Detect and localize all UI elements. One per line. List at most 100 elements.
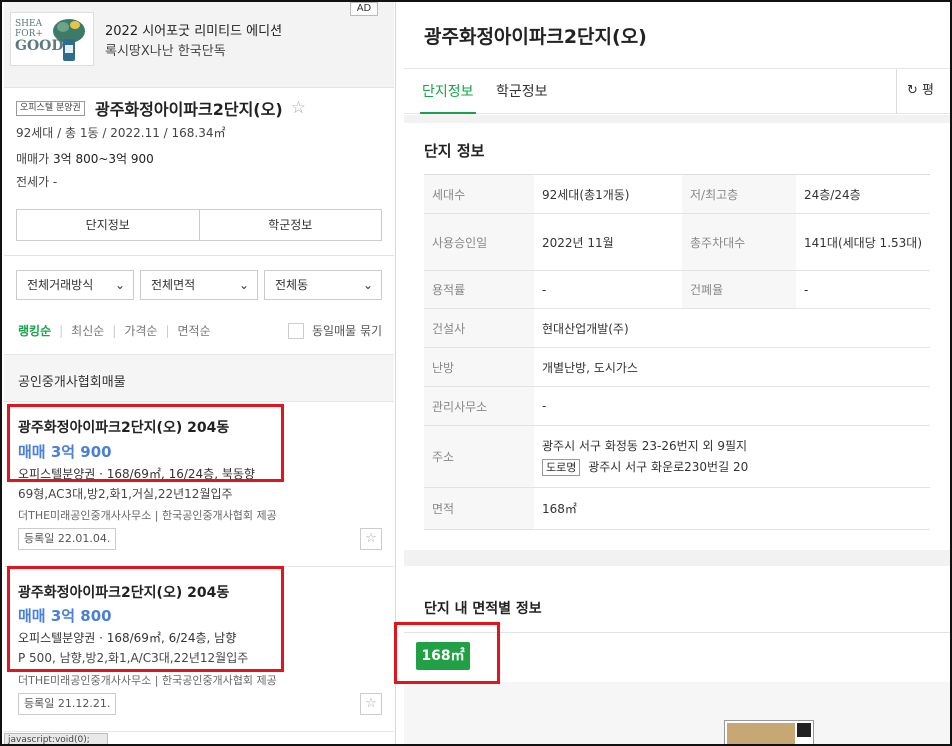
dong-dropdown[interactable]: 전체동 ⌄ [264, 270, 382, 300]
highlight-box [7, 404, 284, 482]
complex-info-button[interactable]: 단지정보 [17, 210, 200, 240]
trade-type-label: 전체거래방식 [27, 278, 94, 292]
table-row: 난방 개별난방, 도시가스 [424, 347, 930, 387]
type-tag: 오피스텔 분양권 [16, 100, 85, 116]
listing-reg-date: 등록일 22.01.04. [18, 528, 117, 550]
complex-meta: 92세대 / 총 1동 / 2022.11 / 168.34㎡ [16, 126, 226, 140]
section-band: 공인중개사협회매물 [4, 354, 394, 402]
listing-panel: AD SHEA FOR+ GOOD 2022 시어포굿 리미티드 에디션 록시땅… [4, 2, 396, 744]
listing-desc: 69형,AC3대,방2,화1,거실,22년12월입주 [18, 487, 233, 501]
jeonse-price: 전세가 - [16, 175, 58, 189]
sort-area[interactable]: 면적순 [178, 322, 211, 339]
floorplan-image[interactable] [724, 720, 814, 744]
row-key: 주소 [424, 425, 534, 488]
divider [4, 255, 394, 256]
unit-toggle-label: 평 [922, 83, 935, 98]
row-value: 개별난방, 도시가스 [534, 347, 930, 387]
detail-tabs: 단지정보 학군정보 ↻ 평 [404, 68, 950, 114]
tab-school-info[interactable]: 학군정보 [496, 81, 548, 101]
row-key: 건설사 [424, 308, 534, 348]
sale-value: 3억 800~3억 900 [52, 152, 154, 166]
table-row: 관리사무소 - [424, 386, 930, 426]
tab-complex-info[interactable]: 단지정보 [422, 81, 474, 101]
row-key: 총주차대수 [682, 213, 796, 271]
sort-latest[interactable]: 최신순 [71, 322, 104, 339]
complex-info-heading: 단지 정보 [424, 142, 485, 160]
trade-type-dropdown[interactable]: 전체거래방식 ⌄ [16, 270, 134, 300]
sale-label: 매매가 [16, 152, 50, 166]
row-key: 사용승인일 [424, 213, 534, 271]
row-value: 2022년 11월 [534, 213, 682, 271]
highlight-box [7, 566, 284, 672]
row-key: 용적률 [424, 270, 534, 309]
listing-agent: 더THE미래공인중개사사무소 | 한국공인중개사협회 제공 [18, 674, 277, 687]
chevron-down-icon: ⌄ [362, 278, 373, 292]
listing-favorite-star-icon[interactable]: ☆ [360, 693, 382, 715]
group-label: 동일매물 묶기 [312, 324, 383, 338]
logo-line-1: SHEA [15, 19, 43, 29]
row-value: 141대(세대당 1.53대) [796, 213, 930, 271]
sort-ranking[interactable]: 랭킹순 [18, 322, 51, 339]
row-value: 현대산업개발(주) [534, 308, 930, 348]
table-row: 용적률 - 건폐율 - [424, 270, 930, 309]
dong-label: 전체동 [275, 278, 309, 292]
table-row: 주소 광주시 서구 화정동 23-26번지 외 9필지 도로명 광주시 서구 화… [424, 425, 930, 488]
listing-reg-date: 등록일 21.12.21. [18, 693, 117, 715]
ad-banner[interactable]: AD SHEA FOR+ GOOD 2022 시어포굿 리미티드 에디션 록시땅… [4, 2, 394, 88]
area-info-heading: 단지 내 면적별 정보 [424, 601, 542, 617]
road-name-tag: 도로명 [542, 459, 581, 476]
sale-price-range: 매매가 3억 800~3억 900 [16, 150, 154, 167]
area-dropdown[interactable]: 전체면적 ⌄ [140, 270, 258, 300]
row-value: - [796, 270, 930, 309]
product-plant-icon [53, 19, 85, 61]
row-key: 세대수 [424, 174, 534, 214]
listing-favorite-star-icon[interactable]: ☆ [360, 528, 382, 550]
section-gap [404, 115, 950, 123]
sort-separator: | [165, 323, 170, 338]
sort-price[interactable]: 가격순 [124, 322, 157, 339]
sort-separator: | [59, 323, 64, 338]
sort-options: 랭킹순 | 최신순 | 가격순 | 면적순 [18, 322, 211, 339]
section-band-label: 공인중개사협회매물 [18, 375, 126, 390]
row-value: 92세대(총1개동) [534, 174, 682, 214]
refresh-icon: ↻ [907, 83, 918, 98]
complex-name[interactable]: 광주화정아이파크2단지(오) [95, 96, 283, 120]
section-gap [404, 550, 950, 566]
favorite-star-icon[interactable]: ☆ [291, 98, 306, 118]
status-tooltip: javascript:void(0); [4, 733, 108, 744]
complex-info-table: 세대수 92세대(총1개동) 저/최고층 24층/24층 사용승인일 2022년… [424, 174, 930, 530]
unit-toggle-button[interactable]: ↻ 평 [896, 69, 950, 114]
filter-bar: 전체거래방식 ⌄ 전체면적 ⌄ 전체동 ⌄ [16, 270, 382, 300]
table-row: 건설사 현대산업개발(주) [424, 308, 930, 348]
row-key: 건폐율 [682, 270, 796, 309]
row-key: 난방 [424, 347, 534, 387]
chevron-down-icon: ⌄ [114, 278, 125, 292]
listing-agent: 더THE미래공인중개사사무소 | 한국공인중개사협회 제공 [18, 509, 277, 522]
ad-logo: SHEA FOR+ GOOD [10, 12, 94, 66]
chevron-down-icon: ⌄ [238, 278, 249, 292]
highlight-box [394, 622, 500, 684]
row-value: 168㎡ [534, 487, 930, 530]
school-info-button[interactable]: 학군정보 [200, 210, 382, 240]
complex-header: 오피스텔 분양권 광주화정아이파크2단지(오) ☆ [16, 96, 386, 120]
sort-separator: | [112, 323, 117, 338]
table-row: 세대수 92세대(총1개동) 저/최고층 24층/24층 [424, 174, 930, 214]
ad-badge: AD [350, 2, 378, 16]
group-same-listings[interactable]: 동일매물 묶기 [288, 322, 382, 339]
group-checkbox[interactable] [288, 322, 304, 339]
row-value: - [534, 386, 930, 426]
ad-title: 2022 시어포굿 리미티드 에디션 [105, 24, 283, 39]
row-value: 24층/24층 [796, 174, 930, 214]
floorplan-area [404, 682, 950, 744]
lot-address: 광주시 서구 화정동 23-26번지 외 9필지 [542, 439, 748, 453]
complex-info-buttons: 단지정보 학군정보 [16, 209, 382, 241]
active-tab-indicator [420, 112, 476, 114]
table-row: 면적 168㎡ [424, 487, 930, 530]
row-key: 면적 [424, 487, 534, 530]
area-label: 전체면적 [151, 278, 196, 292]
road-address: 광주시 서구 화운로230번길 20 [588, 460, 749, 474]
table-row: 사용승인일 2022년 11월 총주차대수 141대(세대당 1.53대) [424, 213, 930, 271]
row-value: - [534, 270, 682, 309]
row-key: 저/최고층 [682, 174, 796, 214]
ad-subtitle: 록시땅X나난 한국단독 [105, 44, 226, 59]
